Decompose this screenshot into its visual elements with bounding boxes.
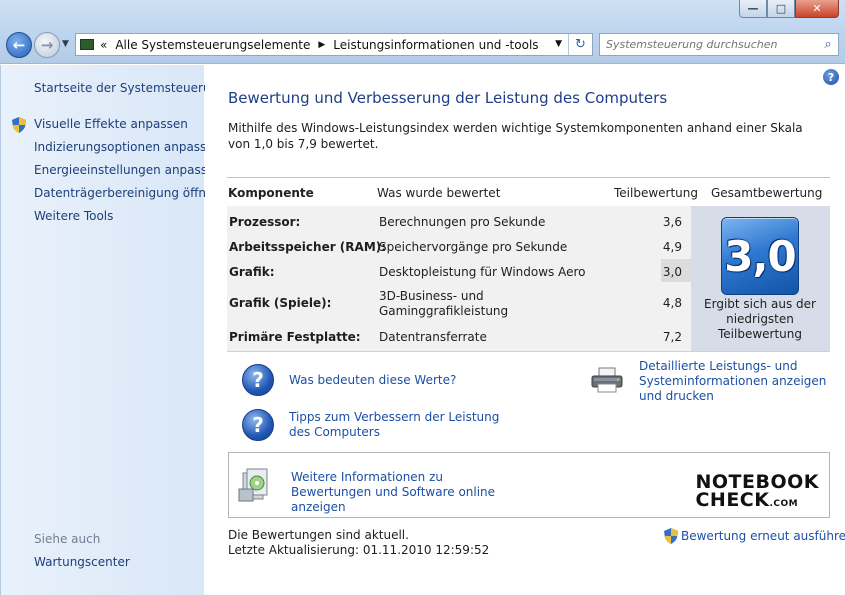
row-rated: 3D-Business- und Gaminggrafikleistung (379, 289, 509, 318)
row-score: 7,2 (662, 330, 682, 344)
search-box[interactable]: ⌕ (599, 33, 839, 56)
what-do-values-mean-link[interactable]: Was bedeuten diese Werte? (289, 373, 456, 388)
see-also-heading: Siehe auch (34, 532, 101, 546)
sidebar-item-more-tools[interactable]: Weitere Tools (34, 209, 113, 223)
help-question-icon: ? (242, 364, 274, 396)
breadcrumb-item[interactable]: Alle Systemsteuerungselemente (115, 38, 310, 52)
column-header-subscore: Teilbewertung (614, 186, 699, 200)
back-button[interactable]: ← (6, 32, 32, 58)
sidebar-item-action-center[interactable]: Wartungscenter (34, 555, 130, 569)
breadcrumb-item[interactable]: Leistungsinformationen und -tools (333, 38, 538, 52)
row-rated: Berechnungen pro Sekunde (379, 215, 546, 229)
status-last-update: Letzte Aktualisierung: 01.11.2010 12:59:… (228, 543, 490, 557)
row-component: Grafik: (229, 265, 275, 279)
window-controls: — □ ✕ (739, 0, 839, 18)
row-component: Grafik (Spiele): (229, 296, 332, 310)
row-score: 4,9 (662, 240, 682, 254)
address-dropdown-chevron-icon[interactable]: ▼ (555, 39, 562, 49)
table-bottom-divider (227, 351, 830, 352)
row-rated: Speichervorgänge pro Sekunde (379, 240, 568, 254)
uac-shield-icon (12, 117, 26, 133)
base-score-value: 3,0 (724, 231, 796, 281)
logo-line-2: CHECK (695, 489, 770, 511)
base-score-tile: 3,0 (721, 217, 799, 295)
address-overflow[interactable]: « (100, 38, 107, 52)
breadcrumb-separator-icon[interactable]: ▶ (318, 40, 325, 50)
column-header-component: Komponente (228, 186, 314, 200)
main-content: ? Bewertung und Verbesserung der Leistun… (205, 65, 845, 595)
forward-button[interactable]: → (34, 32, 60, 58)
column-header-basescore: Gesamtbewertung (711, 186, 823, 200)
online-info-box: Weitere Informationen zu Bewertungen und… (228, 452, 830, 518)
help-icon[interactable]: ? (823, 69, 839, 85)
address-bar[interactable]: « Alle Systemsteuerungselemente ▶ Leistu… (75, 33, 593, 56)
minimize-button[interactable]: — (739, 0, 767, 18)
search-icon[interactable]: ⌕ (818, 37, 838, 52)
refresh-button[interactable]: ↻ (568, 34, 592, 55)
uac-shield-icon (664, 528, 678, 544)
row-component: Arbeitsspeicher (RAM): (229, 240, 387, 254)
row-score: 4,8 (662, 296, 682, 310)
logo-suffix: .COM (769, 499, 799, 509)
row-component: Prozessor: (229, 215, 301, 229)
status-text: Die Bewertungen sind aktuell. Letzte Akt… (228, 528, 489, 558)
rerun-assessment-link[interactable]: Bewertung erneut ausführen (681, 529, 845, 544)
row-component: Primäre Festplatte: (229, 330, 361, 344)
rerun-assessment[interactable]: Bewertung erneut ausführen (664, 528, 845, 544)
arrow-left-icon: ← (12, 36, 26, 54)
search-input[interactable] (600, 38, 818, 51)
printer-icon (591, 367, 623, 393)
table-top-divider (227, 177, 830, 178)
sidebar: Startseite der Systemsteuerung Visuelle … (0, 65, 226, 595)
software-box-icon (238, 468, 268, 502)
more-info-online-link[interactable]: Weitere Informationen zu Bewertungen und… (291, 470, 521, 515)
control-panel-icon (80, 39, 94, 50)
window-chrome: — □ ✕ ← → ▼ « Alle Systemsteuerungseleme… (0, 0, 845, 64)
maximize-button[interactable]: □ (767, 0, 795, 18)
status-current: Die Bewertungen sind aktuell. (228, 528, 409, 542)
row-rated: Desktopleistung für Windows Aero (379, 265, 586, 279)
row-score: 3,6 (662, 215, 682, 229)
performance-tips-link[interactable]: Tipps zum Verbessern der Leistung des Co… (289, 410, 519, 440)
page-title: Bewertung und Verbesserung der Leistung … (228, 89, 668, 107)
row-rated: Datentransferrate (379, 330, 487, 344)
detailed-info-print-link[interactable]: Detaillierte Leistungs- und Systeminform… (639, 359, 839, 404)
arrow-right-icon: → (40, 36, 54, 54)
recent-pages-chevron-icon[interactable]: ▼ (62, 39, 69, 49)
notebookcheck-logo: NOTEBOOK CHECK.COM (695, 473, 819, 513)
intro-text: Mithilfe des Windows-Leistungsindex werd… (228, 121, 803, 151)
refresh-icon: ↻ (575, 37, 586, 52)
help-question-icon: ? (242, 409, 274, 441)
sidebar-item-disk-cleanup[interactable]: Datenträgerbereinigung öffnen (34, 186, 221, 200)
sidebar-item-power[interactable]: Energieeinstellungen anpassen (34, 163, 222, 177)
close-button[interactable]: ✕ (795, 0, 839, 18)
sidebar-item-visual-effects[interactable]: Visuelle Effekte anpassen (34, 117, 188, 131)
base-score-caption: Ergibt sich aus der niedrigsten Teilbewe… (704, 297, 816, 341)
row-score: 3,0 (662, 265, 682, 279)
sidebar-item-indexing[interactable]: Indizierungsoptionen anpassen (34, 140, 221, 154)
sidebar-home-link[interactable]: Startseite der Systemsteuerung (34, 81, 226, 95)
column-header-rated: Was wurde bewertet (377, 186, 501, 200)
